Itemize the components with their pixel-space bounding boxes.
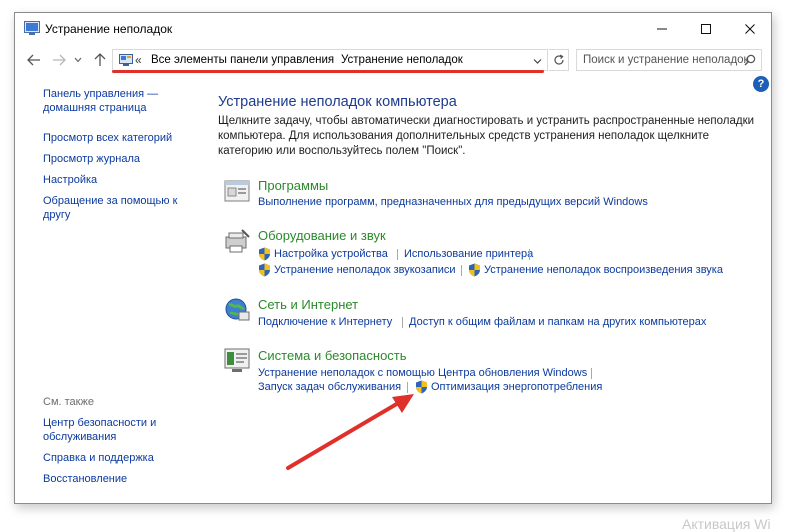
see-also-heading: См. также xyxy=(43,396,94,408)
chevron-down-icon xyxy=(533,59,542,64)
link-divider xyxy=(529,249,530,260)
breadcrumb-separator[interactable]: › xyxy=(328,54,332,66)
category-network-internet[interactable]: Сеть и Интернет xyxy=(258,297,358,312)
refresh-icon xyxy=(553,54,564,65)
system-security-icon[interactable] xyxy=(223,346,251,374)
hardware-sound-icon[interactable] xyxy=(223,228,251,256)
sidebar-item-ask-friend[interactable]: Обращение за помощью к xyxy=(43,194,177,208)
maximize-button[interactable] xyxy=(684,13,728,45)
page-description: Щелкните задачу, чтобы автоматически диа… xyxy=(218,115,755,157)
window-title: Устранение неполадок xyxy=(45,22,173,36)
troubleshooting-window: Устранение неполадок « Все элементы пане… xyxy=(14,12,772,504)
address-bar[interactable]: « Все элементы панели управления › Устра… xyxy=(112,49,548,71)
uac-shield-icon xyxy=(258,247,271,261)
see-also-security-maintenance[interactable]: Центр безопасности и xyxy=(43,416,156,430)
forward-button[interactable] xyxy=(50,51,68,69)
activation-watermark: Активация Wi xyxy=(682,516,771,532)
chevron-down-icon xyxy=(74,57,82,63)
help-icon[interactable]: ? xyxy=(753,76,769,92)
link-windows-update-troubleshoot[interactable]: Устранение неполадок с помощью Центра об… xyxy=(258,367,587,379)
breadcrumb-troubleshooting[interactable]: Устранение неполадок xyxy=(341,54,463,66)
arrow-right-icon xyxy=(53,54,66,66)
see-also-help-support[interactable]: Справка и поддержка xyxy=(43,451,154,465)
address-dropdown-button[interactable] xyxy=(533,56,542,68)
link-divider xyxy=(591,368,592,379)
uac-shield-icon xyxy=(258,263,271,277)
control-panel-icon xyxy=(119,54,133,69)
link-shared-folders[interactable]: Доступ к общим файлам и папкам на других… xyxy=(409,316,706,328)
close-button[interactable] xyxy=(728,13,772,45)
sidebar-item-view-all-categories[interactable]: Просмотр всех категорий xyxy=(43,131,172,145)
up-button[interactable] xyxy=(91,51,109,69)
search-placeholder[interactable]: Поиск и устранение неполадок xyxy=(583,54,749,66)
link-troubleshoot-playback[interactable]: Устранение неполадок воспроизведения зву… xyxy=(484,264,723,276)
arrow-left-icon xyxy=(27,54,40,66)
link-configure-device[interactable]: Настройка устройства xyxy=(274,248,388,260)
link-connect-internet[interactable]: Подключение к Интернету xyxy=(258,316,392,328)
minimize-button[interactable] xyxy=(640,13,684,45)
category-system-security[interactable]: Система и безопасность xyxy=(258,348,407,363)
sidebar-item-settings[interactable]: Настройка xyxy=(43,173,97,187)
annotation-underline xyxy=(112,70,544,73)
address-overflow-chevron[interactable]: « xyxy=(135,53,142,67)
link-divider xyxy=(407,382,408,393)
category-programs[interactable]: Программы xyxy=(258,178,328,193)
title-bar: Устранение неполадок xyxy=(15,13,771,45)
back-button[interactable] xyxy=(25,51,43,69)
network-internet-icon[interactable] xyxy=(223,296,251,324)
refresh-button[interactable] xyxy=(549,49,569,71)
see-also-security-maintenance-line2[interactable]: обслуживания xyxy=(43,430,116,444)
uac-shield-icon xyxy=(468,263,481,277)
recent-locations-button[interactable] xyxy=(72,51,84,69)
link-divider xyxy=(402,317,403,328)
sidebar-item-ask-friend-line2[interactable]: другу xyxy=(43,208,70,222)
breadcrumb-all-control-panel-items[interactable]: Все элементы панели управления xyxy=(151,54,334,66)
link-use-printer[interactable]: Использование принтера xyxy=(404,248,533,260)
uac-shield-icon xyxy=(415,380,428,394)
sidebar-item-control-panel-home[interactable]: Панель управления — xyxy=(43,87,158,101)
link-troubleshoot-recording[interactable]: Устранение неполадок звукозаписи xyxy=(274,264,456,276)
search-box[interactable]: Поиск и устранение неполадок xyxy=(576,49,762,71)
category-hardware-sound[interactable]: Оборудование и звук xyxy=(258,228,386,243)
troubleshoot-app-icon xyxy=(24,21,40,40)
link-program-compatibility[interactable]: Выполнение программ, предназначенных для… xyxy=(258,196,648,208)
sidebar-item-control-panel-home-line2[interactable]: домашняя страница xyxy=(43,101,147,115)
close-icon xyxy=(745,24,755,34)
page-title: Устранение неполадок компьютера xyxy=(218,94,457,110)
programs-icon[interactable] xyxy=(223,177,251,205)
link-run-maintenance[interactable]: Запуск задач обслуживания xyxy=(258,381,401,393)
link-power-optimization[interactable]: Оптимизация энергопотребления xyxy=(431,381,602,393)
see-also-recovery[interactable]: Восстановление xyxy=(43,472,127,486)
link-divider xyxy=(461,265,462,276)
link-divider xyxy=(397,249,398,260)
search-icon[interactable] xyxy=(744,54,756,69)
arrow-up-icon xyxy=(94,53,106,66)
sidebar-item-view-history[interactable]: Просмотр журнала xyxy=(43,152,140,166)
